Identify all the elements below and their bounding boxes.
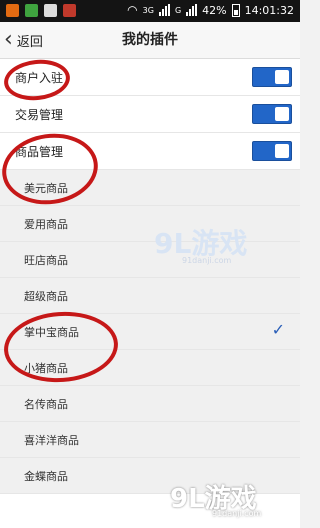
list-item[interactable]: 小猪商品 <box>0 350 300 386</box>
plugin-toggle-trade[interactable] <box>252 104 292 124</box>
status-bar: ◠ 3G G 42% 14:01:32 <box>0 0 300 22</box>
list-item[interactable]: 旺店商品 <box>0 242 300 278</box>
sub-item-label: 超级商品 <box>24 289 68 303</box>
battery-icon <box>231 3 240 17</box>
sub-item-label: 金蝶商品 <box>24 469 68 483</box>
sub-item-label: 旺店商品 <box>24 253 68 267</box>
page-title: 我的插件 <box>122 32 178 48</box>
watermark-domain: 91danji.com <box>212 509 262 518</box>
sub-item-label: 名传商品 <box>24 397 68 411</box>
plugin-toggle-merchant[interactable] <box>252 67 292 87</box>
camera-icon <box>44 4 57 17</box>
plugin-label: 商品管理 <box>15 144 64 159</box>
nav-bar: 我的插件 ‹ 返回 <box>0 22 300 59</box>
list-item[interactable]: 名传商品 <box>0 386 300 422</box>
sub-item-label: 掌中宝商品 <box>24 325 79 339</box>
checkmark-icon: ✓ <box>271 320 285 339</box>
sub-item-label: 小猪商品 <box>24 361 68 375</box>
list-item[interactable]: 爱用商品 <box>0 206 300 242</box>
back-button[interactable]: ‹ 返回 <box>4 26 43 54</box>
battery-percent: 42% <box>202 3 227 17</box>
plugin-row-goods[interactable]: 商品管理 <box>0 133 300 170</box>
message-icon <box>63 4 76 17</box>
list-item[interactable]: 掌中宝商品 ✓ <box>0 314 300 350</box>
signal-icon <box>158 4 170 16</box>
signal-icon-2 <box>186 4 198 16</box>
sub-item-label: 爱用商品 <box>24 217 68 231</box>
plugin-toggle-goods[interactable] <box>252 141 292 161</box>
list-item[interactable]: 超级商品 <box>0 278 300 314</box>
network-type: 3G <box>142 5 154 15</box>
notification-icons <box>6 4 76 17</box>
plugin-label: 交易管理 <box>15 107 64 122</box>
back-label: 返回 <box>16 34 43 50</box>
wifi-icon: ◠ <box>127 3 138 17</box>
clock: 14:01:32 <box>244 3 294 17</box>
g-icon: G <box>174 5 182 15</box>
watermark-logo: 9L游戏 91danji.com <box>154 222 247 265</box>
status-right: ◠ 3G G 42% 14:01:32 <box>127 3 294 17</box>
app-notification-icon <box>6 4 19 17</box>
plugin-label: 商户入驻 <box>15 70 64 85</box>
list-item[interactable]: 美元商品 <box>0 170 300 206</box>
sub-item-label: 喜洋洋商品 <box>24 433 79 447</box>
shield-icon <box>25 4 38 17</box>
plugin-list: 商户入驻 交易管理 商品管理 美元商品 爱用商品 旺店商品 超级商品 掌中宝商品… <box>0 59 300 528</box>
sub-item-label: 美元商品 <box>24 181 68 195</box>
chevron-left-icon: ‹ <box>4 27 13 52</box>
list-item[interactable]: 喜洋洋商品 <box>0 422 300 458</box>
plugin-row-merchant[interactable]: 商户入驻 <box>0 59 300 96</box>
watermark-logo-bottom: 9L游戏 91danji.com <box>170 478 261 518</box>
plugin-row-trade[interactable]: 交易管理 <box>0 96 300 133</box>
